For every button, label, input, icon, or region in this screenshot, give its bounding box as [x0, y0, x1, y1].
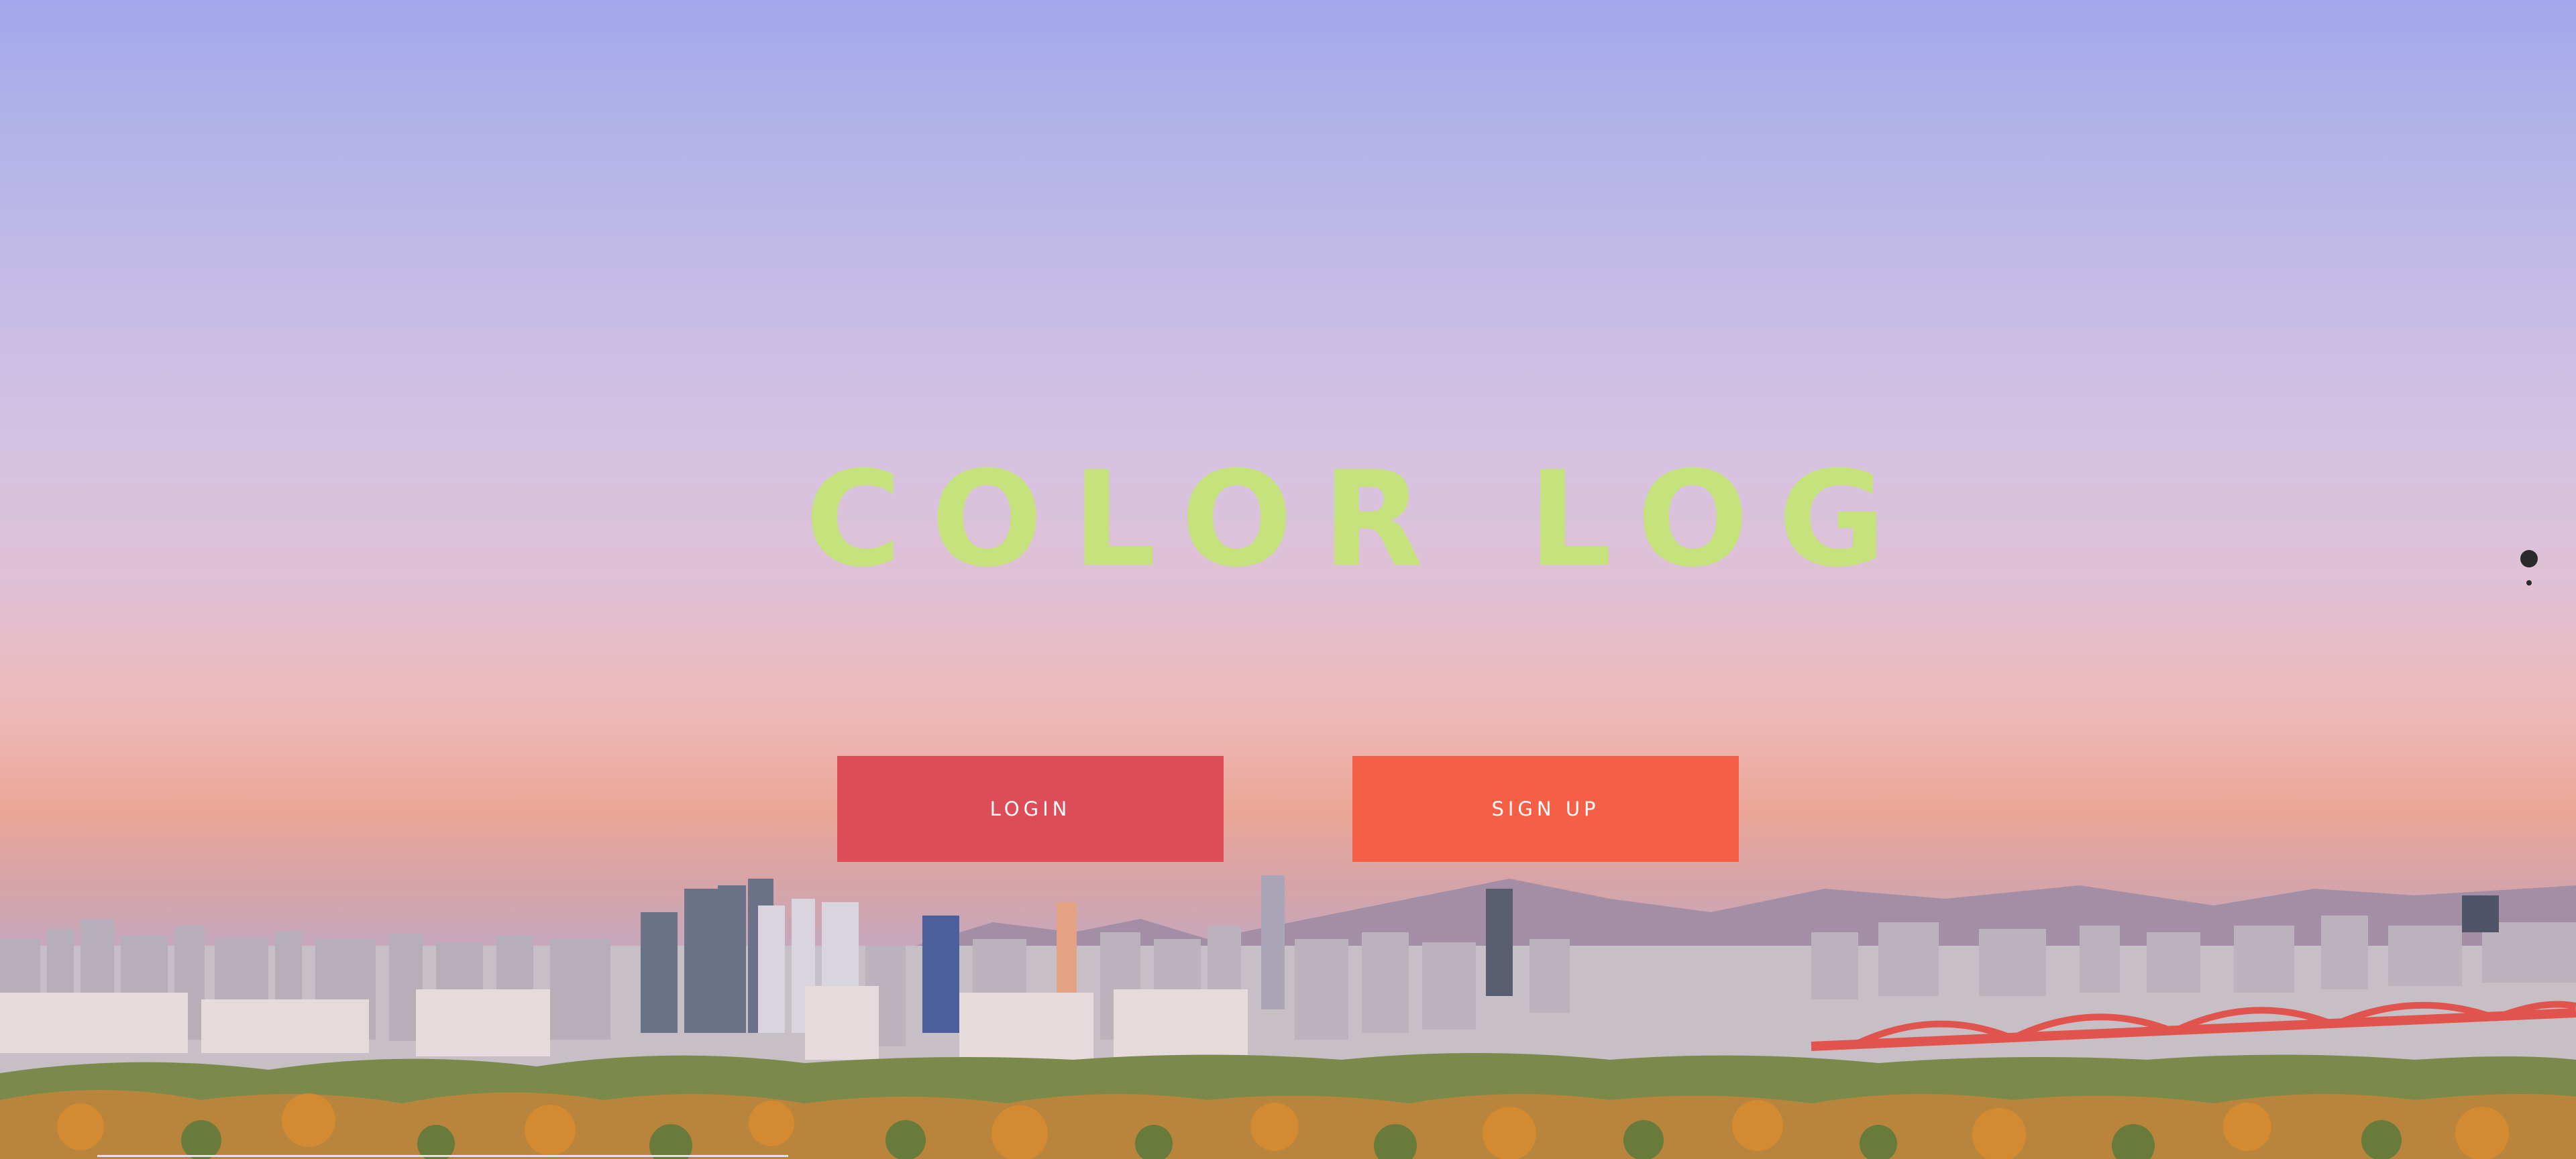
pagination-dot-active[interactable]: [2520, 550, 2538, 567]
app-title: COLOR LOG: [805, 443, 1916, 596]
hero-section: COLOR LOG LOGIN SIGN UP: [0, 0, 2576, 1159]
page-pagination: [2519, 550, 2539, 586]
city-skyline-background: [0, 875, 2576, 1159]
bottom-divider: [97, 1155, 788, 1157]
pagination-dot[interactable]: [2526, 580, 2532, 586]
signup-button[interactable]: SIGN UP: [1352, 756, 1739, 862]
login-button[interactable]: LOGIN: [837, 756, 1224, 862]
